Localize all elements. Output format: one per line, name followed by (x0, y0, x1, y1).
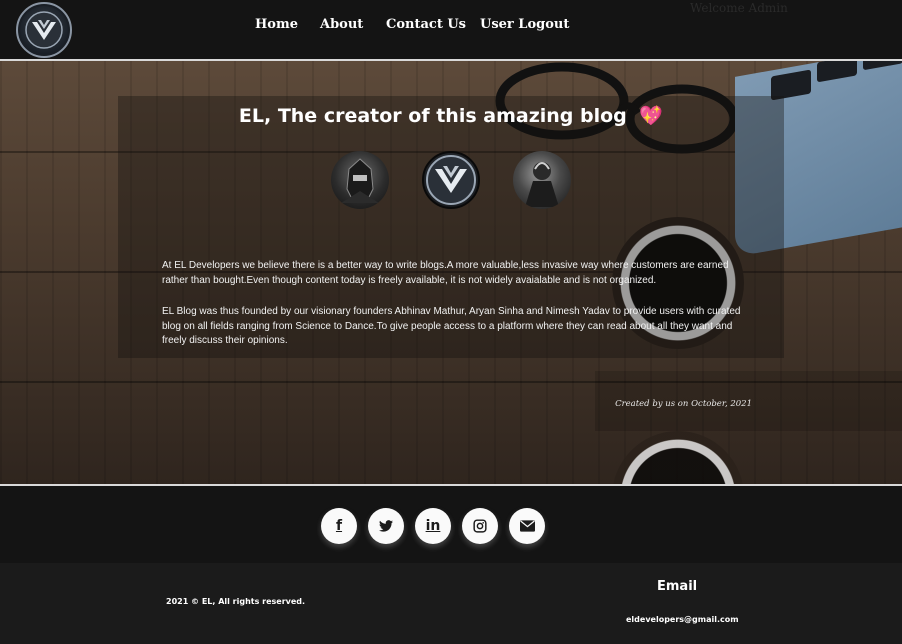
founder-avatar-icon (513, 151, 571, 209)
main-nav: Home About Contact Us User Logout (0, 17, 902, 37)
site-header: Welcome Admin Home About Contact Us User… (0, 0, 902, 59)
heart-icon: 💖 (639, 105, 664, 127)
about-paragraph: EL Blog was thus founded by our visionar… (162, 306, 741, 346)
about-paragraph: At EL Developers we believe there is a b… (162, 260, 729, 286)
linkedin-icon: in (425, 518, 441, 534)
nav-about-link[interactable]: About (320, 17, 363, 32)
facebook-button[interactable]: f (321, 508, 357, 544)
founder-avatar-icon (331, 151, 389, 209)
about-hero: EL, The creator of this amazing blog 💖 A… (0, 61, 902, 484)
site-footer: 2021 © EL, All rights reserved. Email el… (0, 563, 902, 644)
nav-home-link[interactable]: Home (255, 17, 298, 32)
nav-contact-link[interactable]: Contact Us (386, 17, 466, 32)
coffee-mug-decoration (612, 431, 744, 484)
welcome-text: Welcome Admin (690, 1, 788, 15)
instagram-icon (473, 519, 487, 533)
twitter-button[interactable] (368, 508, 404, 544)
email-address-link[interactable]: eldevelopers@gmail.com (626, 615, 739, 624)
shield-eagle-avatar-icon (422, 151, 480, 209)
hero-title-text: EL, The creator of this amazing blog (238, 105, 627, 127)
instagram-button[interactable] (462, 508, 498, 544)
twitter-icon (379, 520, 393, 532)
caped-figure-icon (525, 162, 559, 207)
eagle-emblem-icon (426, 155, 476, 205)
nav-logout-link[interactable]: User Logout (480, 17, 569, 32)
hero-title: EL, The creator of this amazing blog 💖 (0, 104, 902, 127)
email-button[interactable] (509, 508, 545, 544)
copyright-text: 2021 © EL, All rights reserved. (166, 597, 306, 606)
facebook-icon: f (335, 518, 343, 534)
linkedin-button[interactable]: in (415, 508, 451, 544)
helmet-figure-icon (341, 158, 379, 203)
created-credit: Created by us on October, 2021 (615, 399, 752, 409)
social-bar: f in (0, 486, 902, 563)
email-heading: Email (657, 579, 698, 594)
envelope-icon (519, 520, 535, 532)
